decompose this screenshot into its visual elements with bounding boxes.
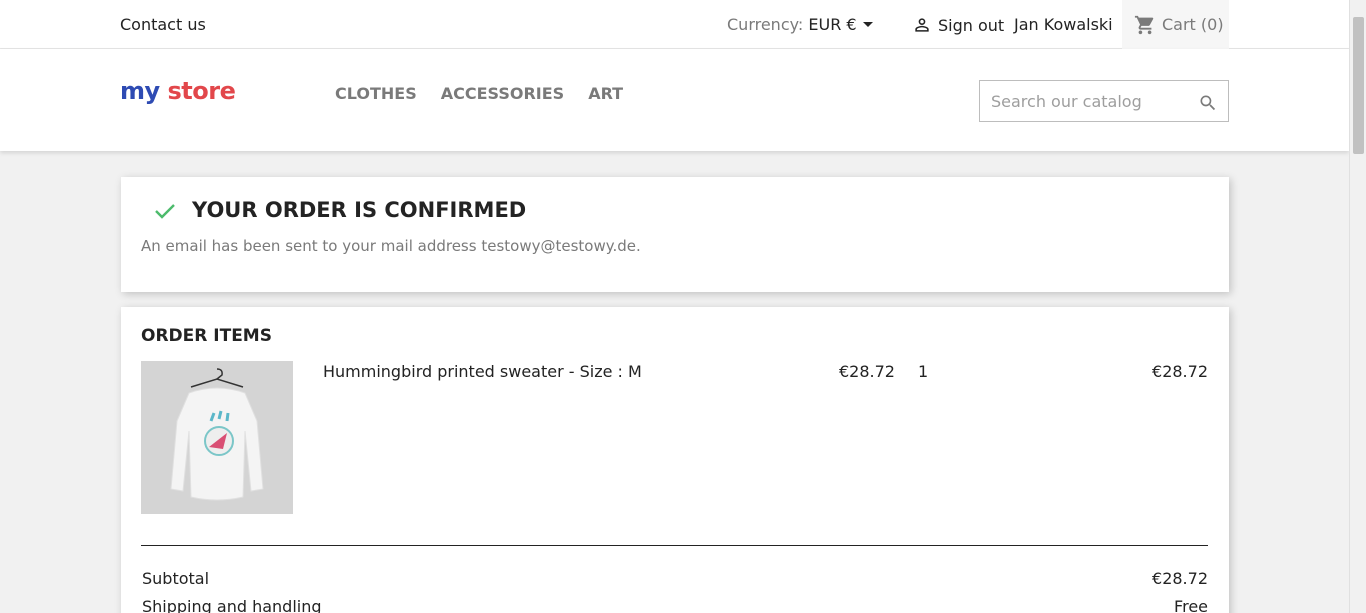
nav-clothes[interactable]: CLOTHES [335,84,417,103]
currency-label: Currency: [727,15,804,34]
sign-out-label: Sign out [938,15,1005,35]
top-bar: Contact us Currency: EUR € Sign out Jan … [0,0,1349,49]
divider [141,545,1208,546]
search-icon[interactable] [1198,93,1218,113]
search-input[interactable] [980,81,1190,121]
nav-art[interactable]: ART [588,84,623,103]
logo-word-my: my [120,77,160,105]
confirmation-message: An email has been sent to your mail addr… [141,237,641,255]
confirmation-title: YOUR ORDER IS CONFIRMED [192,198,527,222]
product-name[interactable]: Hummingbird printed sweater - Size : M [323,362,642,381]
order-confirmation-card: YOUR ORDER IS CONFIRMED An email has bee… [121,177,1229,292]
shopping-cart-icon [1134,15,1154,34]
order-items-card: ORDER ITEMS Hummingbird printed sweater … [121,307,1229,613]
nav-accessories[interactable]: ACCESSORIES [441,84,564,103]
store-logo[interactable]: my store [120,77,236,105]
contact-us-link[interactable]: Contact us [120,15,206,34]
main-header: my store CLOTHES ACCESSORIES ART [0,49,1349,151]
cart-button[interactable]: Cart (0) [1122,0,1229,49]
product-total: €28.72 [1152,362,1208,381]
sweater-illustration [141,361,293,514]
user-icon [915,18,929,32]
shipping-label: Shipping and handling [142,597,322,613]
product-image [141,361,293,514]
order-items-title: ORDER ITEMS [141,326,272,346]
check-icon [155,204,175,219]
sign-out-link[interactable]: Sign out [912,15,1004,35]
cart-label: Cart (0) [1162,15,1224,34]
subtotal-label: Subtotal [142,569,210,588]
subtotal-value: €28.72 [1152,569,1208,588]
caret-down-icon [862,22,873,27]
currency-value: EUR € [808,15,857,34]
vertical-scrollbar[interactable] [1349,0,1366,613]
currency-selector[interactable]: Currency: EUR € [727,15,873,34]
search-box [979,80,1229,122]
main-nav: CLOTHES ACCESSORIES ART [335,84,623,103]
product-quantity: 1 [918,362,929,381]
logo-word-store: store [167,77,236,105]
shipping-value: Free [1174,597,1208,613]
product-unit-price: €28.72 [839,362,895,381]
scrollbar-thumb[interactable] [1353,17,1364,154]
account-name-link[interactable]: Jan Kowalski [1014,15,1113,34]
